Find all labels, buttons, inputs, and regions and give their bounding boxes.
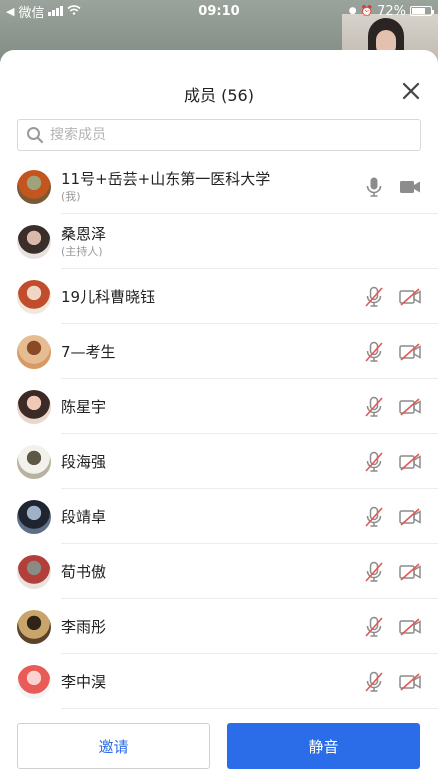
member-controls — [362, 340, 422, 364]
member-name: 19儿科曹晓钰 — [61, 287, 156, 306]
member-row[interactable]: 段靖卓 — [0, 489, 438, 544]
member-list: 11号+岳芸+山东第一医科大学 (我) 桑恩泽 (主持人) 19儿科曹晓钰 7—考生陈星宇… — [0, 159, 438, 709]
member-controls — [362, 395, 422, 419]
member-info: 荀书傲 — [61, 563, 362, 581]
camera-off-icon[interactable] — [398, 450, 422, 474]
avatar — [17, 224, 51, 259]
microphone-muted-icon[interactable] — [362, 340, 386, 364]
member-row[interactable]: 桑恩泽 (主持人) — [0, 214, 438, 269]
member-name: 陈星宇 — [61, 397, 107, 416]
alarm-icon: ⏰ — [360, 5, 374, 17]
camera-off-icon[interactable] — [398, 670, 422, 694]
panel-title: 成员 (56) — [184, 86, 254, 105]
back-arrow-icon[interactable]: ◀ — [6, 5, 14, 18]
member-name: 11号+岳芸+山东第一医科大学 — [61, 169, 271, 188]
member-controls — [362, 285, 422, 309]
avatar — [17, 499, 51, 534]
avatar — [17, 389, 51, 424]
avatar — [17, 279, 51, 314]
member-role: (主持人) — [61, 244, 103, 258]
search-icon — [27, 127, 44, 144]
camera-off-icon[interactable] — [398, 285, 422, 309]
member-name: 7—考生 — [61, 342, 116, 361]
clock: 09:10 — [198, 3, 240, 19]
member-role: (我) — [61, 189, 81, 203]
status-bar: ◀ 微信 09:10 ● ⏰ 72% — [0, 0, 438, 22]
carrier-label: 微信 — [18, 5, 45, 21]
member-info: 7—考生 — [61, 343, 362, 361]
avatar — [17, 609, 51, 644]
microphone-muted-icon[interactable] — [362, 615, 386, 639]
microphone-muted-icon[interactable] — [362, 560, 386, 584]
signal-icon — [48, 6, 64, 16]
camera-off-icon[interactable] — [398, 340, 422, 364]
avatar — [17, 664, 51, 699]
camera-icon[interactable] — [398, 175, 422, 199]
camera-off-icon[interactable] — [398, 615, 422, 639]
member-controls — [362, 505, 422, 529]
member-row[interactable]: 李雨彤 — [0, 599, 438, 654]
member-row[interactable]: 段海强 — [0, 434, 438, 489]
member-info: 11号+岳芸+山东第一医科大学 (我) — [61, 170, 362, 204]
member-info: 李雨彤 — [61, 618, 362, 636]
mute-all-button[interactable]: 静音 — [227, 723, 420, 769]
member-name: 桑恩泽 — [61, 224, 107, 243]
avatar — [17, 444, 51, 479]
member-controls — [362, 560, 422, 584]
member-name: 段海强 — [61, 452, 107, 471]
camera-off-icon[interactable] — [398, 560, 422, 584]
member-row[interactable]: 19儿科曹晓钰 — [0, 269, 438, 324]
member-info: 段海强 — [61, 453, 362, 471]
member-row[interactable]: 李中淏 — [0, 654, 438, 709]
camera-off-icon[interactable] — [398, 395, 422, 419]
member-info: 19儿科曹晓钰 — [61, 288, 362, 306]
member-controls — [362, 670, 422, 694]
panel-footer: 邀请 静音 — [0, 722, 438, 778]
close-icon[interactable] — [400, 80, 422, 102]
member-row[interactable]: 陈星宇 — [0, 379, 438, 434]
member-row[interactable]: 11号+岳芸+山东第一医科大学 (我) — [0, 159, 438, 214]
member-name: 段靖卓 — [61, 507, 107, 526]
microphone-muted-icon[interactable] — [362, 395, 386, 419]
search-bar[interactable] — [17, 119, 421, 151]
battery-icon — [410, 6, 434, 16]
microphone-muted-icon[interactable] — [362, 505, 386, 529]
invite-button[interactable]: 邀请 — [17, 723, 210, 769]
location-icon: ● — [348, 6, 357, 16]
avatar — [17, 554, 51, 589]
microphone-muted-icon[interactable] — [362, 670, 386, 694]
member-row[interactable]: 荀书傲 — [0, 544, 438, 599]
member-row[interactable]: 7—考生 — [0, 324, 438, 379]
microphone-icon[interactable] — [362, 175, 386, 199]
member-info: 陈星宇 — [61, 398, 362, 416]
member-name: 李雨彤 — [61, 617, 107, 636]
member-controls — [362, 450, 422, 474]
member-name: 荀书傲 — [61, 562, 107, 581]
member-name: 李中淏 — [61, 672, 107, 691]
battery-percent: 72% — [377, 3, 406, 19]
camera-off-icon[interactable] — [398, 505, 422, 529]
member-controls — [362, 615, 422, 639]
microphone-muted-icon[interactable] — [362, 450, 386, 474]
member-info: 桑恩泽 (主持人) — [61, 225, 438, 259]
avatar — [17, 169, 51, 204]
microphone-muted-icon[interactable] — [362, 285, 386, 309]
search-input[interactable] — [50, 127, 390, 143]
members-panel: 成员 (56) 11号+岳芸+山东第一医科大学(我) 桑恩泽(主持人) 19儿科曹晓… — [0, 50, 438, 778]
member-info: 李中淏 — [61, 673, 362, 691]
wifi-icon — [67, 4, 82, 19]
member-controls — [362, 175, 422, 199]
member-info: 段靖卓 — [61, 508, 362, 526]
avatar — [17, 334, 51, 369]
